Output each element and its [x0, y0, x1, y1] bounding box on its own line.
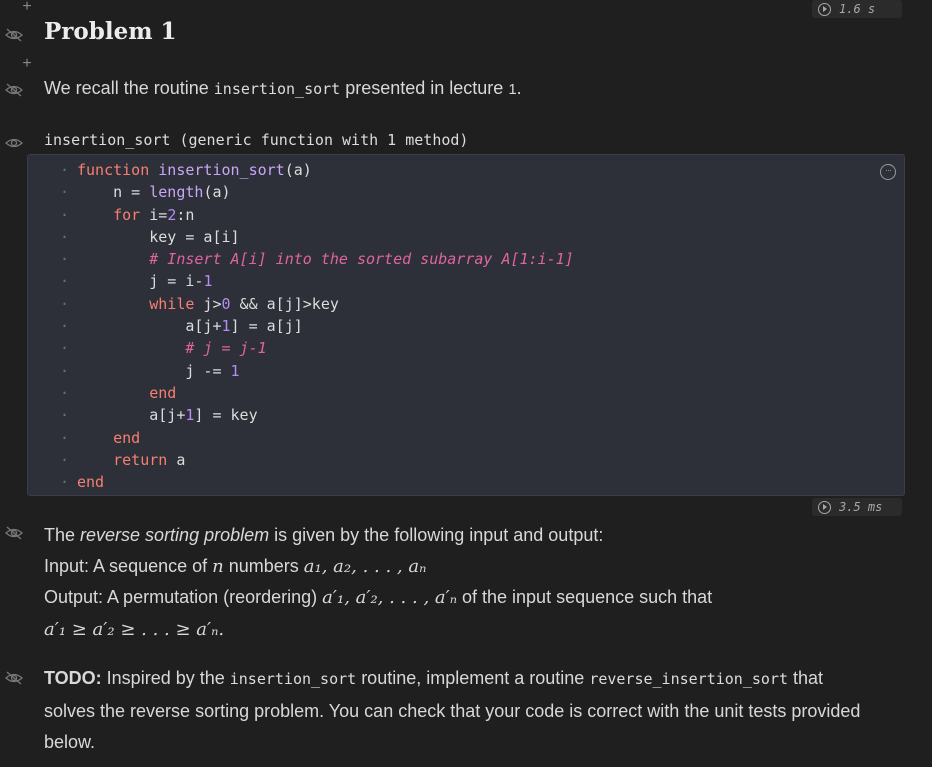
- code-line[interactable]: end: [28, 427, 574, 450]
- code-line[interactable]: a[j+1] = a[j]: [28, 315, 574, 338]
- runtime-badge[interactable]: 3.5 ms: [812, 498, 902, 516]
- hide-code-icon[interactable]: [4, 82, 24, 98]
- hide-code-icon[interactable]: [4, 27, 24, 43]
- code-line[interactable]: function insertion_sort(a): [28, 159, 574, 182]
- todo-label: TODO:: [44, 668, 102, 688]
- intro-paragraph: We recall the routine insertion_sort pre…: [44, 78, 522, 98]
- code-line[interactable]: j -= 1: [28, 360, 574, 383]
- code-line[interactable]: return a: [28, 449, 574, 472]
- code-line[interactable]: # Insert A[i] into the sorted subarray A…: [28, 248, 574, 271]
- page-title: Problem 1: [44, 18, 177, 45]
- code-editor[interactable]: function insertion_sort(a) n = length(a)…: [28, 159, 574, 494]
- code-line[interactable]: end: [28, 382, 574, 405]
- runtime-value: 3.5 ms: [839, 500, 883, 514]
- code-line[interactable]: # j = j-1: [28, 337, 574, 360]
- math-condition: a′₁ ≥ a′₂ ≥ . . . ≥ a′ₙ.: [44, 618, 225, 640]
- add-cell-icon[interactable]: +: [20, 56, 34, 72]
- play-icon: [818, 2, 831, 16]
- inline-code: reverse_insertion_sort: [589, 670, 788, 688]
- cell-menu-icon[interactable]: ···: [880, 164, 896, 180]
- runtime-badge[interactable]: 1.6 s: [812, 0, 902, 18]
- code-line[interactable]: key = a[i]: [28, 226, 574, 249]
- inline-code: insertion_sort: [213, 80, 341, 98]
- cell-output: insertion_sort (generic function with 1 …: [44, 131, 469, 149]
- inline-code: insertion_sort: [229, 670, 357, 688]
- code-line[interactable]: end: [28, 471, 574, 494]
- code-line[interactable]: j = i-1: [28, 270, 574, 293]
- code-cell[interactable]: function insertion_sort(a) n = length(a)…: [27, 154, 905, 496]
- play-icon: [818, 500, 831, 514]
- code-line[interactable]: n = length(a): [28, 181, 574, 204]
- show-code-icon[interactable]: [4, 135, 24, 151]
- hide-code-icon[interactable]: [4, 525, 24, 541]
- code-line[interactable]: a[j+1] = key: [28, 404, 574, 427]
- runtime-value: 1.6 s: [839, 2, 876, 16]
- add-cell-above-icon[interactable]: +: [20, 0, 34, 15]
- todo-paragraph: TODO: Inspired by the insertion_sort rou…: [44, 668, 861, 752]
- code-line[interactable]: while j>0 && a[j]>key: [28, 293, 574, 316]
- hide-code-icon[interactable]: [4, 670, 24, 686]
- reverse-problem-paragraph: The reverse sorting problem is given by …: [44, 525, 713, 640]
- code-line[interactable]: for i=2:n: [28, 204, 574, 227]
